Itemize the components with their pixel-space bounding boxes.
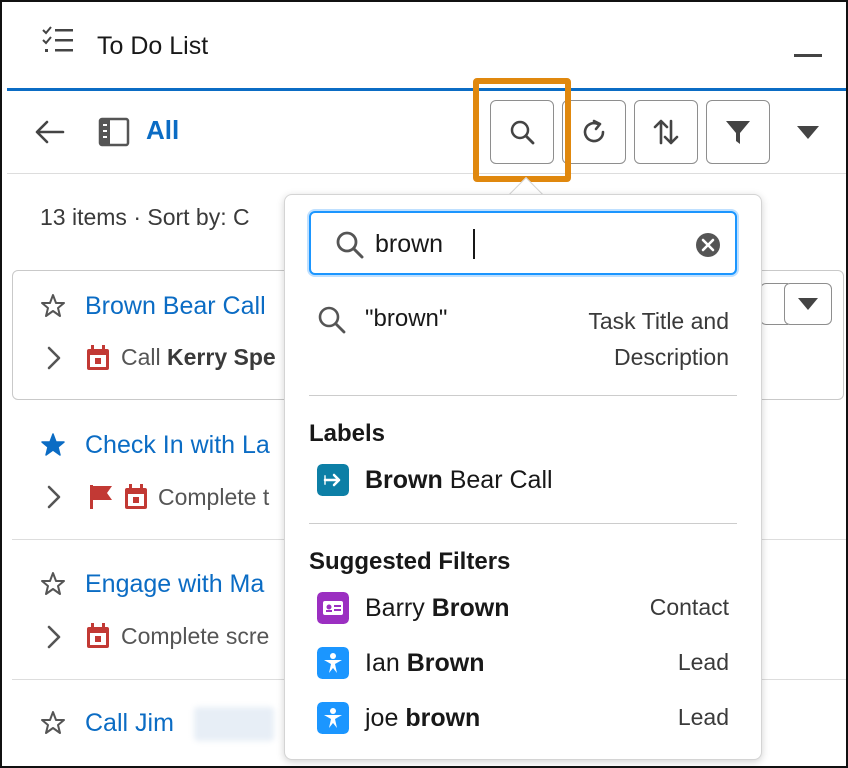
star-outline-icon[interactable] — [40, 293, 66, 319]
match-text: Brown — [365, 466, 443, 494]
search-button-highlight — [473, 78, 571, 182]
flag-icon — [90, 485, 112, 509]
chevron-down-icon[interactable] — [793, 121, 823, 143]
search-input[interactable] — [375, 227, 675, 261]
search-field[interactable] — [309, 211, 737, 275]
refresh-button[interactable] — [562, 100, 626, 164]
search-icon — [336, 231, 364, 259]
task-title[interactable]: Engage with Ma — [85, 570, 264, 599]
suggested-filters-heading: Suggested Filters — [309, 548, 511, 575]
search-scope: Task Title and Description — [588, 308, 729, 370]
match-text: Brown — [431, 594, 510, 622]
task-title[interactable]: Brown Bear Call — [85, 292, 266, 321]
list-view-icon — [98, 117, 130, 147]
list-view-selector[interactable]: All — [146, 115, 179, 146]
redacted-name — [194, 707, 274, 741]
list-status: 13 items · Sort by: C — [40, 204, 250, 230]
filter-type: Lead — [677, 649, 729, 675]
label-option[interactable]: Brown Bear Call — [309, 458, 737, 502]
minimize-button[interactable] — [794, 54, 822, 57]
search-icon — [318, 306, 346, 334]
star-outline-icon[interactable] — [40, 710, 66, 736]
star-outline-icon[interactable] — [40, 571, 66, 597]
filter-icon — [726, 121, 750, 144]
task-title[interactable]: Check In with La — [85, 431, 270, 460]
search-query-suggestion[interactable]: "brown" — [365, 305, 447, 333]
match-text: Brown — [406, 649, 485, 677]
sort-button[interactable] — [634, 100, 698, 164]
task-subtitle: Call Kerry Spe — [121, 344, 276, 371]
chevron-right-icon[interactable] — [44, 623, 64, 651]
filter-pre-text: joe — [365, 704, 406, 732]
clear-icon[interactable] — [695, 232, 721, 258]
list-checks-icon — [42, 26, 73, 52]
text-caret — [473, 229, 475, 259]
chevron-right-icon[interactable] — [44, 483, 64, 511]
todo-panel: To Do List All 13 items · Sort by: C Bro… — [0, 0, 848, 768]
refresh-icon — [583, 119, 605, 143]
task-subtitle-action: Call — [121, 344, 168, 370]
calendar-icon — [125, 484, 147, 509]
task-subtitle: Complete scre — [121, 623, 270, 649]
panel-title: To Do List — [97, 32, 209, 60]
filter-option-text: Barry Brown — [365, 594, 509, 623]
section-divider — [309, 395, 737, 396]
filter-type: Lead — [677, 704, 729, 730]
task-title[interactable]: Call Jim — [85, 709, 174, 738]
list-toolbar: All — [7, 91, 846, 174]
search-dropdown: "brown" Task Title and Description Label… — [284, 194, 762, 760]
filter-type: Contact — [649, 594, 729, 620]
filter-pre-text: Barry — [365, 594, 432, 622]
label-arrow-icon — [317, 464, 349, 496]
star-filled-icon[interactable] — [40, 432, 66, 458]
filter-button[interactable] — [706, 100, 770, 164]
lead-icon — [317, 647, 349, 679]
filter-option[interactable]: Barry Brown Contact — [309, 586, 737, 630]
section-divider — [309, 523, 737, 524]
filter-pre-text: Ian — [365, 649, 407, 677]
calendar-icon — [87, 623, 109, 648]
label-rest-text: Bear Call — [442, 466, 553, 494]
filter-option[interactable]: Ian Brown Lead — [309, 641, 737, 685]
sort-icon — [653, 119, 679, 145]
filter-option[interactable]: joe brown Lead — [309, 696, 737, 740]
back-arrow-icon[interactable] — [33, 117, 67, 147]
chevron-right-icon[interactable] — [44, 344, 64, 372]
task-subtitle: Complete t — [158, 484, 270, 510]
task-subtitle-contact: Kerry Spe — [167, 344, 276, 370]
chevron-down-icon — [798, 298, 818, 310]
contact-icon — [317, 592, 349, 624]
panel-header: To Do List — [7, 2, 846, 90]
filter-option-text: joe brown — [365, 704, 480, 733]
match-text: brown — [405, 704, 481, 732]
lead-icon — [317, 702, 349, 734]
labels-heading: Labels — [309, 420, 386, 447]
calendar-icon — [87, 345, 109, 370]
filter-option-text: Ian Brown — [365, 649, 484, 678]
row-actions-button[interactable] — [784, 283, 832, 325]
label-option-text: Brown Bear Call — [365, 466, 553, 495]
